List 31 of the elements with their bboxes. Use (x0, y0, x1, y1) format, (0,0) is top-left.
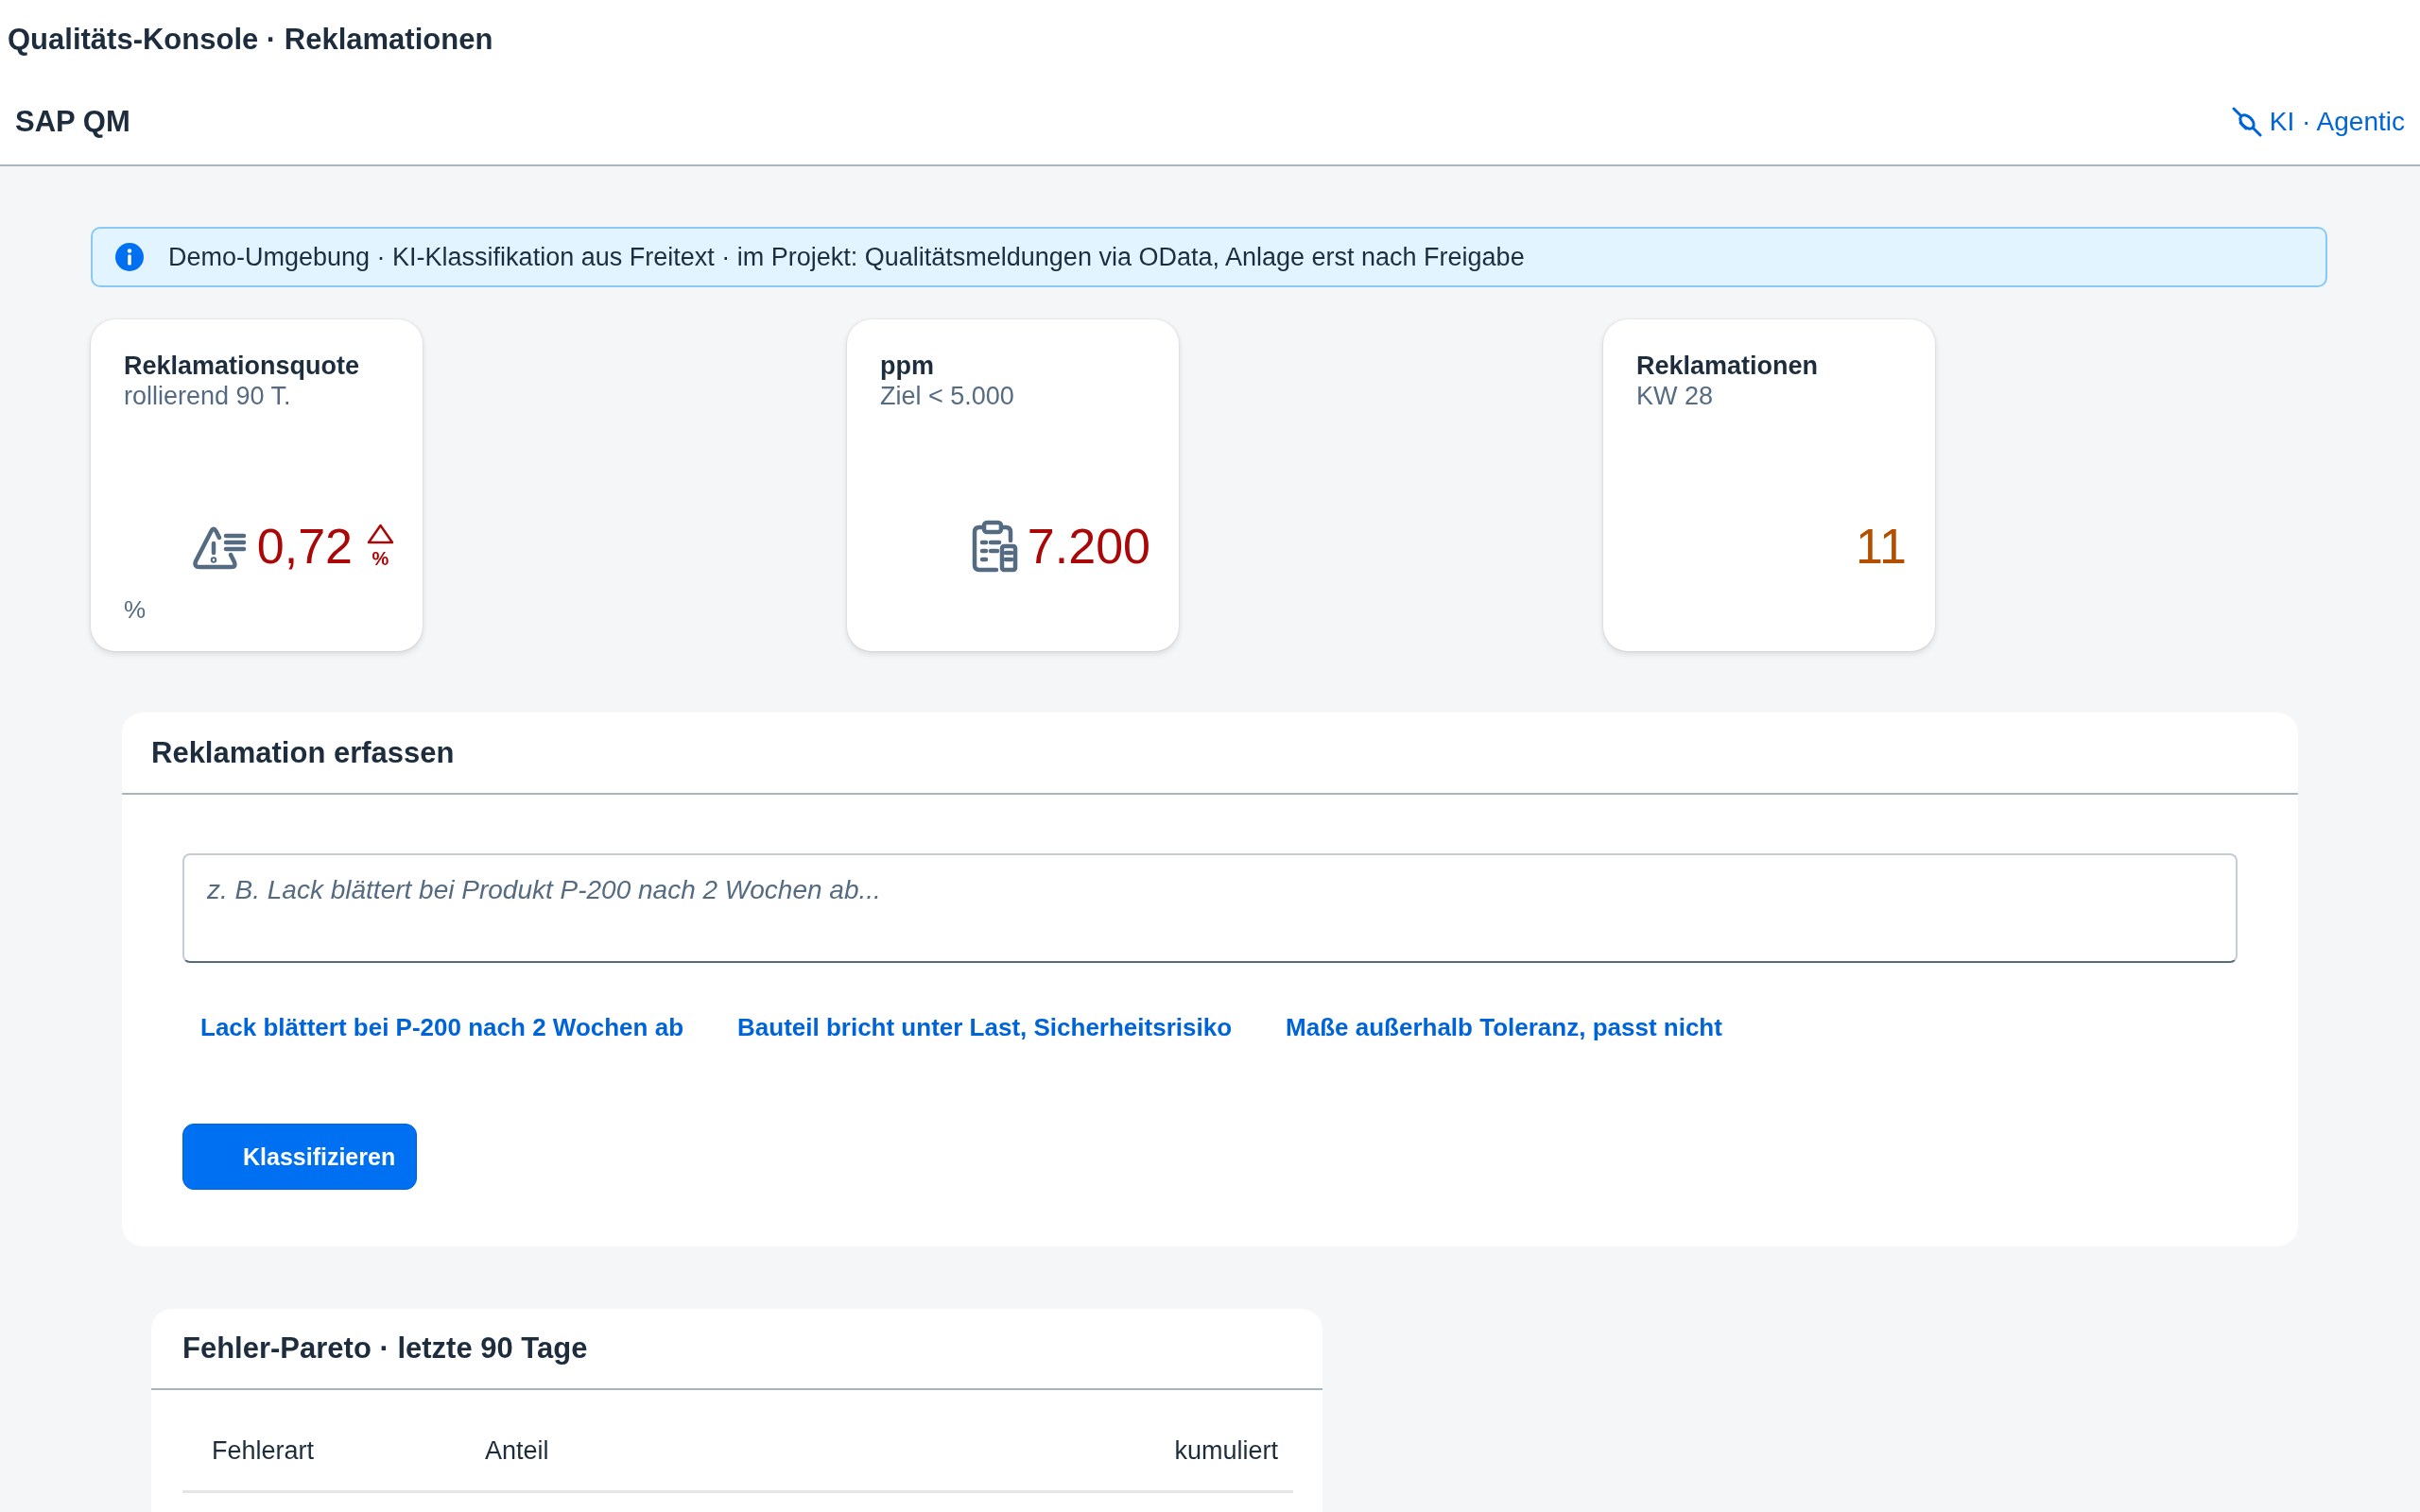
description-field[interactable]: z. B. Lack blättert bei Produkt P-200 nach 2 Wochen ab... (182, 853, 2238, 963)
kpi-subtitle: rollierend 90 T. (124, 381, 291, 411)
kpi-title: ppm (880, 351, 934, 381)
kpi-card[interactable]: Reklamationen KW 28 11 (1603, 319, 1935, 651)
panel-title: Fehler-Pareto · letzte 90 Tage (182, 1331, 588, 1366)
example-link[interactable]: Bauteil bricht unter Last, Sicherheitsrisiko (719, 1001, 1251, 1054)
column-header: Anteil (485, 1435, 549, 1466)
kpi-subtitle: KW 28 (1636, 381, 1714, 411)
kpi-value: 0,72 (256, 518, 353, 576)
kpi-card[interactable]: Reklamationsquote rollierend 90 T. 0,72 % % (91, 319, 423, 651)
info-text: Demo-Umgebung · KI-Klassifikation aus Freitext · im Projekt: Qualitätsmeldungen via OData, Anlage erst nach Freigabe (168, 242, 1525, 272)
info-icon (115, 243, 144, 271)
agentic-link[interactable]: KI · Agentic (2231, 106, 2405, 138)
column-header: Fehlerart (212, 1435, 315, 1466)
kpi-title: Reklamationsquote (124, 351, 360, 381)
kpi-value: 11 (1856, 518, 1907, 576)
example-link[interactable]: Lack blättert bei P-200 nach 2 Wochen ab (182, 1001, 701, 1054)
kpi-card[interactable]: ppm Ziel < 5.000 7.200 (847, 319, 1179, 651)
kpi-title: Reklamationen (1636, 351, 1819, 381)
app-title: SAP QM (15, 104, 130, 140)
kpi-value: 7.200 (1027, 518, 1150, 576)
kpi-unit: % (124, 594, 147, 625)
panel-title: Reklamation erfassen (151, 734, 455, 771)
link-icon (2231, 107, 2262, 137)
page-title: Qualitäts-Konsole · Reklamationen (8, 22, 493, 58)
example-link[interactable]: Maße außerhalb Toleranz, passt nicht (1268, 1001, 1740, 1054)
kpi-subtitle: Ziel < 5.000 (880, 381, 1014, 411)
column-header: kumuliert (1174, 1435, 1278, 1466)
clipboard-icon (971, 520, 1018, 573)
kpi-scale: % (372, 548, 389, 569)
classify-button[interactable]: Klassifizieren (182, 1124, 418, 1190)
